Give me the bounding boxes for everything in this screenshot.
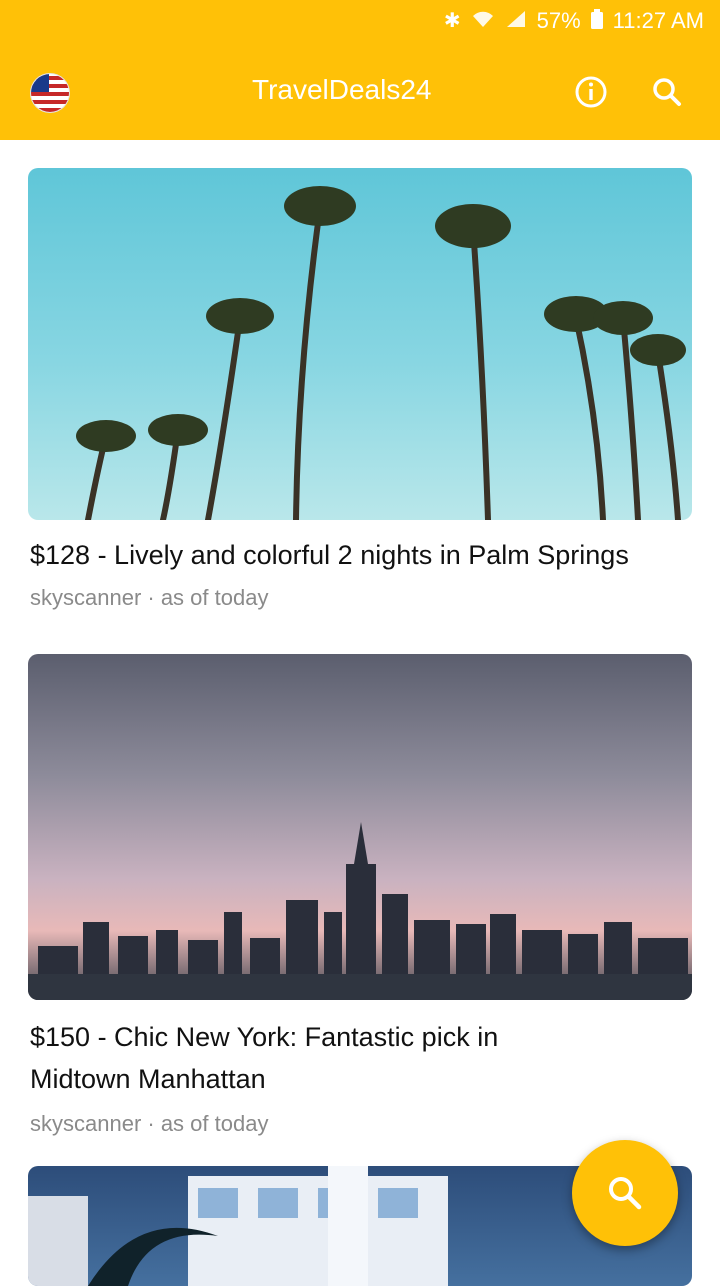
battery-percent: 57% xyxy=(536,8,581,33)
deal-source: skyscanner · as of today xyxy=(30,585,269,610)
search-icon xyxy=(609,1177,642,1210)
battery-icon xyxy=(590,9,603,33)
deal-source: skyscanner · as of today xyxy=(30,1111,269,1136)
info-icon xyxy=(575,76,607,108)
deal-title[interactable]: $150 - Chic New York: Fantastic pick in … xyxy=(30,1016,550,1100)
search-icon xyxy=(653,78,681,106)
us-flag-icon[interactable] xyxy=(30,73,70,113)
deal-title[interactable]: $128 - Lively and colorful 2 nights in P… xyxy=(30,534,692,576)
search-button[interactable] xyxy=(648,73,686,111)
app-title: TravelDeals24 xyxy=(252,74,432,105)
app-bar: TravelDeals24 xyxy=(0,40,720,140)
signal-icon xyxy=(505,10,527,32)
info-button[interactable] xyxy=(572,73,610,111)
bluetooth-icon: ✱ xyxy=(443,10,461,32)
deal-image-new-york[interactable] xyxy=(28,654,692,1000)
wifi-icon xyxy=(471,10,495,32)
status-bar: ✱ 57% 11:27 AM xyxy=(0,0,720,40)
clock: 11:27 AM xyxy=(612,8,704,33)
status-right: ✱ 57% 11:27 AM xyxy=(444,8,704,34)
search-fab[interactable] xyxy=(572,1140,678,1246)
deal-image-palm-springs[interactable] xyxy=(28,168,692,520)
